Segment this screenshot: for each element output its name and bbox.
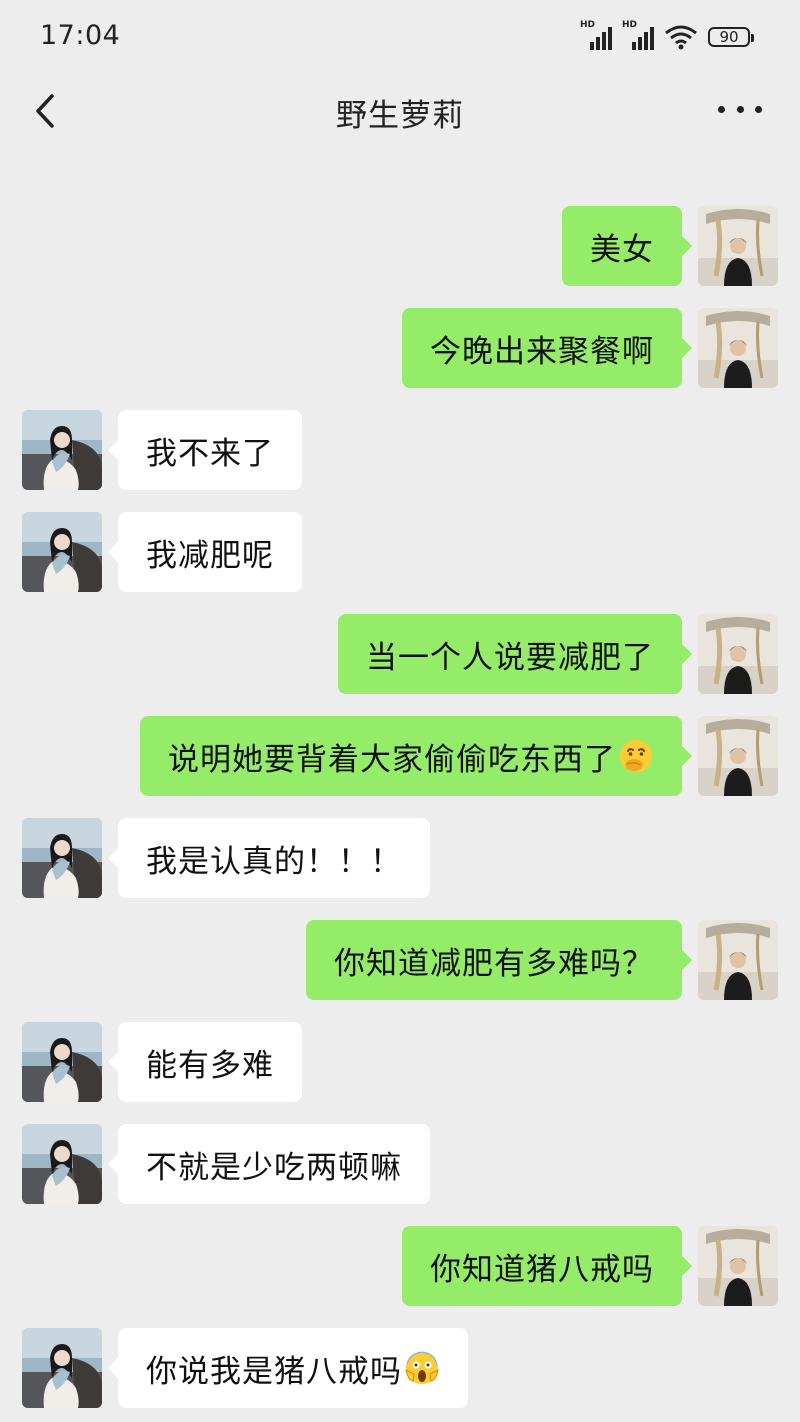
message-bubble-incoming[interactable]: 我不来了	[108, 410, 302, 490]
message-text: 当一个人说要减肥了	[366, 639, 654, 676]
message-text: 不就是少吃两顿嘛	[146, 1149, 402, 1186]
my-avatar-icon	[698, 614, 778, 694]
my-avatar-icon	[698, 206, 778, 286]
thinking-emoji-icon	[620, 740, 652, 772]
message-row: 你知道减肥有多难吗？	[0, 920, 800, 1002]
message-row: 我减肥呢	[0, 512, 800, 594]
message-bubble-incoming[interactable]: 不就是少吃两顿嘛	[108, 1124, 430, 1204]
message-bubble-outgoing[interactable]: 你知道猪八戒吗	[402, 1226, 692, 1306]
contact-avatar[interactable]	[22, 1328, 102, 1408]
contact-avatar[interactable]	[22, 818, 102, 898]
contact-avatar[interactable]	[22, 512, 102, 592]
message-bubble-incoming[interactable]: 你说我是猪八戒吗	[108, 1328, 468, 1408]
message-bubble-outgoing[interactable]: 说明她要背着大家偷偷吃东西了	[140, 716, 692, 796]
my-avatar[interactable]	[698, 920, 778, 1000]
screaming-emoji-icon	[405, 1351, 439, 1384]
message-text: 说明她要背着大家偷偷吃东西了	[168, 741, 616, 778]
contact-avatar-icon	[22, 1124, 102, 1204]
message-text: 今晚出来聚餐啊	[430, 333, 654, 370]
message-bubble-outgoing[interactable]: 你知道减肥有多难吗？	[306, 920, 692, 1000]
message-list: 美女 今晚出来聚餐啊 我不来了 我减肥呢 当一个人说要减肥了 说明她要背着大家偷…	[0, 0, 800, 1422]
contact-avatar-icon	[22, 1328, 102, 1408]
my-avatar[interactable]	[698, 614, 778, 694]
contact-avatar[interactable]	[22, 1022, 102, 1102]
message-text: 我减肥呢	[146, 537, 274, 574]
my-avatar-icon	[698, 920, 778, 1000]
message-bubble-incoming[interactable]: 我减肥呢	[108, 512, 302, 592]
contact-avatar[interactable]	[22, 410, 102, 490]
message-row: 我不来了	[0, 410, 800, 492]
message-bubble-incoming[interactable]: 能有多难	[108, 1022, 302, 1102]
message-row: 美女	[0, 206, 800, 288]
message-text: 能有多难	[146, 1047, 274, 1084]
message-text: 你知道猪八戒吗	[430, 1251, 654, 1288]
message-row: 能有多难	[0, 1022, 800, 1104]
contact-avatar[interactable]	[22, 1124, 102, 1204]
message-bubble-outgoing[interactable]: 今晚出来聚餐啊	[402, 308, 692, 388]
my-avatar[interactable]	[698, 308, 778, 388]
my-avatar[interactable]	[698, 206, 778, 286]
message-bubble-outgoing[interactable]: 当一个人说要减肥了	[338, 614, 692, 694]
contact-avatar-icon	[22, 512, 102, 592]
message-row: 你说我是猪八戒吗	[0, 1328, 800, 1410]
message-row: 我是认真的！！！	[0, 818, 800, 900]
my-avatar-icon	[698, 308, 778, 388]
message-text: 我不来了	[146, 435, 274, 472]
message-text: 美女	[590, 231, 654, 268]
my-avatar-icon	[698, 1226, 778, 1306]
message-row: 不就是少吃两顿嘛	[0, 1124, 800, 1206]
message-row: 当一个人说要减肥了	[0, 614, 800, 696]
message-bubble-outgoing[interactable]: 美女	[562, 206, 692, 286]
message-row: 今晚出来聚餐啊	[0, 308, 800, 390]
message-text: 我是认真的！！！	[146, 843, 402, 880]
message-bubble-incoming[interactable]: 我是认真的！！！	[108, 818, 430, 898]
message-text: 你知道减肥有多难吗？	[334, 945, 654, 982]
contact-avatar-icon	[22, 818, 102, 898]
my-avatar-icon	[698, 716, 778, 796]
contact-avatar-icon	[22, 410, 102, 490]
message-text: 你说我是猪八戒吗	[146, 1353, 402, 1390]
message-row: 说明她要背着大家偷偷吃东西了	[0, 716, 800, 798]
my-avatar[interactable]	[698, 716, 778, 796]
contact-avatar-icon	[22, 1022, 102, 1102]
my-avatar[interactable]	[698, 1226, 778, 1306]
message-row: 你知道猪八戒吗	[0, 1226, 800, 1308]
